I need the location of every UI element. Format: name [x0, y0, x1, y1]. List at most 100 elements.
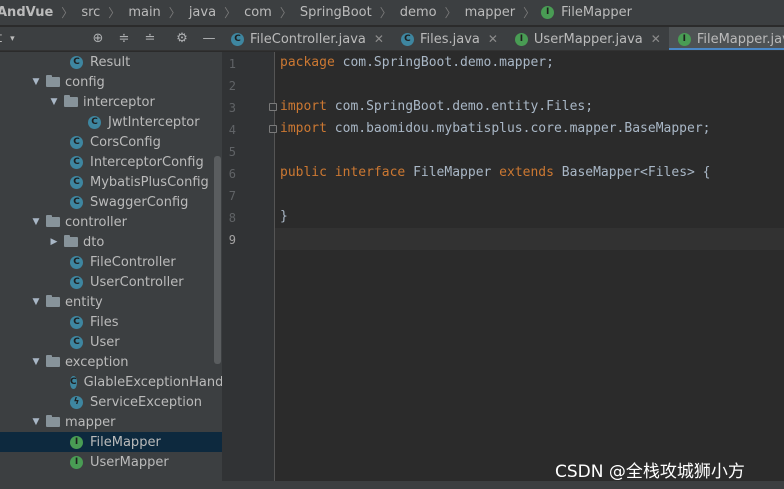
tree-file[interactable]: C FileController: [0, 252, 222, 272]
chevron-down-icon[interactable]: ▼: [30, 357, 42, 367]
locate-icon[interactable]: ⊕: [90, 31, 106, 47]
breadcrumb: AndVue 〉 src 〉 main 〉 java 〉 com 〉 SpringBoot 〉 demo…: [0, 0, 784, 26]
line-gutter: 1 2 3 4 5 6 7 8 9: [222, 52, 277, 489]
breadcrumb-item[interactable]: AndVue: [0, 5, 55, 20]
chevron-down-icon[interactable]: ▾: [10, 34, 15, 44]
tree-item-label: Files: [90, 314, 119, 330]
tree-file[interactable]: I UserMapper: [0, 452, 222, 472]
code-editor[interactable]: [276, 52, 784, 489]
tab-filecontroller-java[interactable]: C FileController.java ✕: [222, 27, 392, 50]
line-number: 2: [228, 79, 236, 93]
class-icon: C: [70, 335, 83, 349]
folder-icon: [46, 355, 60, 367]
tree-file[interactable]: C GlableExceptionHand: [0, 372, 222, 392]
code-line[interactable]: public interface FileMapper extends Base…: [280, 165, 711, 180]
tree-file[interactable]: C Result: [0, 52, 222, 72]
breadcrumb-item[interactable]: java: [187, 5, 218, 20]
chevron-right-icon: 〉: [224, 6, 237, 20]
interface-icon: I: [677, 32, 691, 46]
tree-folder[interactable]: ▼ exception: [0, 352, 222, 372]
close-icon[interactable]: ✕: [488, 32, 498, 46]
chevron-down-icon[interactable]: ▼: [30, 217, 42, 227]
tree-file[interactable]: C InterceptorConfig: [0, 152, 222, 172]
tree-folder[interactable]: ▶ dto: [0, 232, 222, 252]
line-number: 1: [228, 57, 236, 71]
tree-item-label: dto: [83, 234, 105, 250]
class-icon: C: [70, 375, 77, 389]
tree-file[interactable]: C UserController: [0, 272, 222, 292]
class-icon: C: [70, 55, 83, 69]
tree-file[interactable]: C Files: [0, 312, 222, 332]
tab-label: UserMapper.java: [533, 31, 643, 47]
breadcrumb-item[interactable]: mapper: [463, 5, 517, 20]
fold-marker-icon[interactable]: [269, 103, 277, 111]
breadcrumb-item[interactable]: src: [79, 5, 102, 20]
breadcrumb-current[interactable]: FileMapper: [559, 5, 634, 20]
current-line-highlight: [222, 228, 784, 250]
chevron-right-icon: 〉: [523, 6, 536, 20]
tab-filemapper-java[interactable]: IFileMapper.java✕: [668, 27, 784, 50]
tree-item-label: interceptor: [83, 94, 155, 110]
tree-file[interactable]: C MybatisPlusConfig: [0, 172, 222, 192]
code-line[interactable]: import com.baomidou.mybatisplus.core.map…: [280, 121, 710, 136]
tab-label: FileController.java: [250, 31, 366, 47]
code-line[interactable]: }: [280, 209, 288, 224]
tree-folder[interactable]: ▼ controller: [0, 212, 222, 232]
tree-item-label: User: [90, 334, 120, 350]
chevron-right-icon: 〉: [379, 6, 392, 20]
chevron-right-icon: 〉: [444, 6, 457, 20]
tab-usermapper-java[interactable]: I UserMapper.java ✕: [506, 27, 669, 50]
gear-icon[interactable]: ⚙: [174, 31, 190, 47]
class-icon: C: [70, 155, 83, 169]
tree-file[interactable]: C User: [0, 332, 222, 352]
chevron-right-icon: 〉: [61, 6, 74, 20]
breadcrumb-item[interactable]: SpringBoot: [298, 5, 374, 20]
tree-folder[interactable]: ▼ mapper: [0, 412, 222, 432]
minimize-icon[interactable]: —: [201, 31, 217, 47]
chevron-down-icon[interactable]: ▼: [48, 97, 60, 107]
status-strip: [0, 481, 784, 489]
chevron-down-icon[interactable]: ▼: [30, 417, 42, 427]
tree-folder[interactable]: ▼ config: [0, 72, 222, 92]
editor-tabs: C FileController.java ✕ C Files.java ✕ I UserMa…: [222, 27, 784, 51]
tree-folder[interactable]: ▼ entity: [0, 292, 222, 312]
code-line[interactable]: import com.SpringBoot.demo.entity.Files;: [280, 99, 593, 114]
tree-item-label: entity: [65, 294, 103, 310]
project-view-selector[interactable]: t: [0, 31, 2, 46]
close-icon[interactable]: ✕: [374, 32, 384, 46]
tree-file[interactable]: C JwtInterceptor: [0, 112, 222, 132]
folder-icon: [46, 415, 60, 427]
tree-item-label: Result: [90, 54, 131, 70]
tree-folder[interactable]: ▼ interceptor: [0, 92, 222, 112]
chevron-right-icon: 〉: [108, 6, 121, 20]
interface-icon: I: [70, 455, 83, 469]
folder-icon: [46, 295, 60, 307]
interface-icon: I: [514, 32, 528, 46]
close-icon[interactable]: ✕: [651, 32, 661, 46]
breadcrumb-item[interactable]: demo: [398, 5, 439, 20]
tree-file[interactable]: C SwaggerConfig: [0, 192, 222, 212]
tree-file[interactable]: I FileMapper: [0, 432, 222, 452]
class-icon: C: [70, 195, 83, 209]
line-number: 9: [228, 233, 236, 247]
code-line[interactable]: package com.SpringBoot.demo.mapper;: [280, 55, 554, 70]
tree-item-label: CorsConfig: [90, 134, 161, 150]
expand-all-icon[interactable]: ≑: [116, 31, 132, 47]
tree-file[interactable]: ϟ ServiceException: [0, 392, 222, 412]
tree-item-label: config: [65, 74, 105, 90]
project-tree: C Result ▼ config ▼ interceptor C JwtIntercepto…: [0, 52, 222, 489]
folder-icon: [64, 95, 78, 107]
fold-marker-icon[interactable]: [269, 125, 277, 133]
tab-files-java[interactable]: C Files.java ✕: [392, 27, 506, 50]
collapse-all-icon[interactable]: ≐: [142, 31, 158, 47]
chevron-down-icon[interactable]: ▼: [30, 77, 42, 87]
breadcrumb-item[interactable]: main: [126, 5, 162, 20]
line-number: 3: [228, 101, 236, 115]
tree-item-label: exception: [65, 354, 129, 370]
breadcrumb-item[interactable]: com: [242, 5, 274, 20]
chevron-down-icon[interactable]: ▼: [30, 297, 42, 307]
line-number: 5: [228, 145, 236, 159]
tree-item-label: FileMapper: [90, 434, 161, 450]
tree-file[interactable]: C CorsConfig: [0, 132, 222, 152]
chevron-right-icon[interactable]: ▶: [48, 237, 60, 247]
